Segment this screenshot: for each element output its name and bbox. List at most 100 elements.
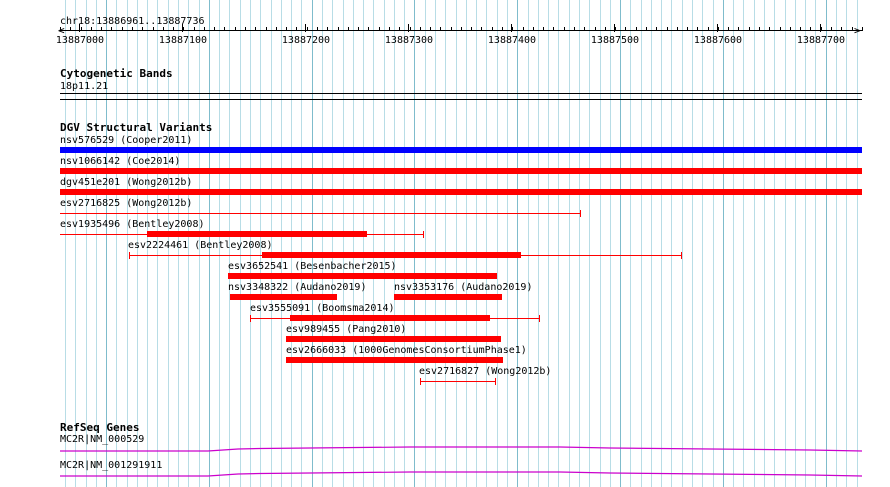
variant-label[interactable]: esv3652541 (Besenbacher2015) (228, 261, 397, 272)
variant-bar[interactable] (60, 168, 862, 174)
ruler-minor-tick (533, 27, 534, 31)
grid-line (733, 0, 734, 487)
grid-line (353, 0, 354, 487)
variant-bar[interactable] (147, 231, 367, 237)
variant-bar[interactable] (290, 315, 490, 321)
ruler-minor-tick (399, 27, 400, 31)
ruler-minor-tick (173, 27, 174, 31)
grid-line (641, 0, 642, 487)
variant-bar[interactable] (286, 336, 501, 342)
ruler-minor-tick (677, 27, 678, 31)
grid-line (476, 0, 477, 487)
ruler-minor-tick (728, 27, 729, 31)
variant-label[interactable]: nsv3348322 (Audano2019) (228, 282, 366, 293)
ruler-minor-tick (379, 27, 380, 31)
variant-label[interactable]: nsv3353176 (Audano2019) (394, 282, 532, 293)
variant-label[interactable]: esv989455 (Pang2010) (286, 324, 406, 335)
variant-label[interactable]: esv2666033 (1000GenomesConsortiumPhase1) (286, 345, 527, 356)
variant-bar[interactable] (394, 294, 502, 300)
variant-label[interactable]: esv2716825 (Wong2012b) (60, 198, 192, 209)
ruler-minor-tick (862, 27, 863, 31)
cytogenetic-bands-title: Cytogenetic Bands (60, 67, 173, 80)
variant-span-line[interactable] (420, 381, 495, 382)
ruler-minor-tick (194, 27, 195, 31)
variant-bar[interactable] (262, 252, 521, 258)
ruler-minor-tick (317, 27, 318, 31)
ruler-minor-tick (348, 27, 349, 31)
ruler-major-tick (717, 24, 718, 32)
grid-line (322, 0, 323, 487)
ruler-minor-tick (214, 27, 215, 31)
grid-line (661, 0, 662, 487)
variant-label[interactable]: esv1935496 (Bentley2008) (60, 219, 205, 230)
ruler-tick-label: 13887200 (281, 35, 331, 46)
cytoband-bottom-edge (60, 99, 862, 100)
ruler-minor-tick (574, 27, 575, 31)
ruler-minor-tick (420, 27, 421, 31)
gene-label[interactable]: MC2R|NM_001291911 (60, 460, 162, 471)
ruler-minor-tick (327, 27, 328, 31)
ruler-minor-tick (471, 27, 472, 31)
genome-browser-view: chr18:13886961..13887736 < > 13887000 138… (0, 0, 890, 487)
ruler-minor-tick (81, 27, 82, 31)
grid-line (445, 0, 446, 487)
grid-line (610, 0, 611, 487)
variant-endcap (539, 315, 540, 322)
ruler-minor-tick (276, 27, 277, 31)
variant-label[interactable]: esv2224461 (Bentley2008) (128, 240, 273, 251)
variant-endcap (420, 378, 421, 385)
variant-endcap (580, 210, 581, 217)
variant-bar[interactable] (230, 294, 337, 300)
variant-label[interactable]: dgv451e201 (Wong2012b) (60, 177, 192, 188)
variant-bar[interactable] (228, 273, 497, 279)
variant-bar[interactable] (60, 189, 862, 195)
grid-line (343, 0, 344, 487)
variant-label[interactable]: esv3555091 (Boomsma2014) (250, 303, 395, 314)
grid-line (517, 0, 518, 487)
grid-line (836, 0, 837, 487)
grid-line (600, 0, 601, 487)
ruler-minor-tick (564, 27, 565, 31)
grid-line (312, 0, 313, 487)
variant-endcap (250, 315, 251, 322)
ruler-minor-tick (553, 27, 554, 31)
ruler-minor-tick (451, 27, 452, 31)
variant-label[interactable]: nsv576529 (Cooper2011) (60, 135, 192, 146)
ruler-minor-tick (841, 27, 842, 31)
ruler-minor-tick (153, 27, 154, 31)
ruler-minor-tick (502, 27, 503, 31)
variant-label[interactable]: esv2716827 (Wong2012b) (419, 366, 551, 377)
ruler-tick-label: 13887600 (693, 35, 743, 46)
ruler-minor-tick (286, 27, 287, 31)
grid-line (795, 0, 796, 487)
grid-line (291, 0, 292, 487)
grid-line (846, 0, 847, 487)
grid-line (713, 0, 714, 487)
grid-line (754, 0, 755, 487)
gene-model-nm-000529 (60, 446, 863, 452)
grid-line (466, 0, 467, 487)
grid-line (435, 0, 436, 487)
ruler-tick-label: 13887000 (55, 35, 105, 46)
variant-span-line[interactable] (60, 213, 580, 214)
ruler-minor-tick (142, 27, 143, 31)
ruler-minor-tick (852, 27, 853, 31)
gene-label[interactable]: MC2R|NM_000529 (60, 434, 144, 445)
variant-endcap (129, 252, 130, 259)
grid-line (743, 0, 744, 487)
grid-line (548, 0, 549, 487)
variant-bar[interactable] (60, 147, 862, 153)
ruler-minor-tick (708, 27, 709, 31)
ruler-minor-tick (749, 27, 750, 31)
variant-label[interactable]: nsv1066142 (Coe2014) (60, 156, 180, 167)
ruler-minor-tick (358, 27, 359, 31)
grid-line (404, 0, 405, 487)
variant-endcap (423, 231, 424, 238)
ruler-major-tick (614, 24, 615, 32)
variant-bar[interactable] (286, 357, 503, 363)
grid-line (774, 0, 775, 487)
grid-line (363, 0, 364, 487)
grid-line (589, 0, 590, 487)
grid-line (579, 0, 580, 487)
ruler-minor-tick (410, 27, 411, 31)
